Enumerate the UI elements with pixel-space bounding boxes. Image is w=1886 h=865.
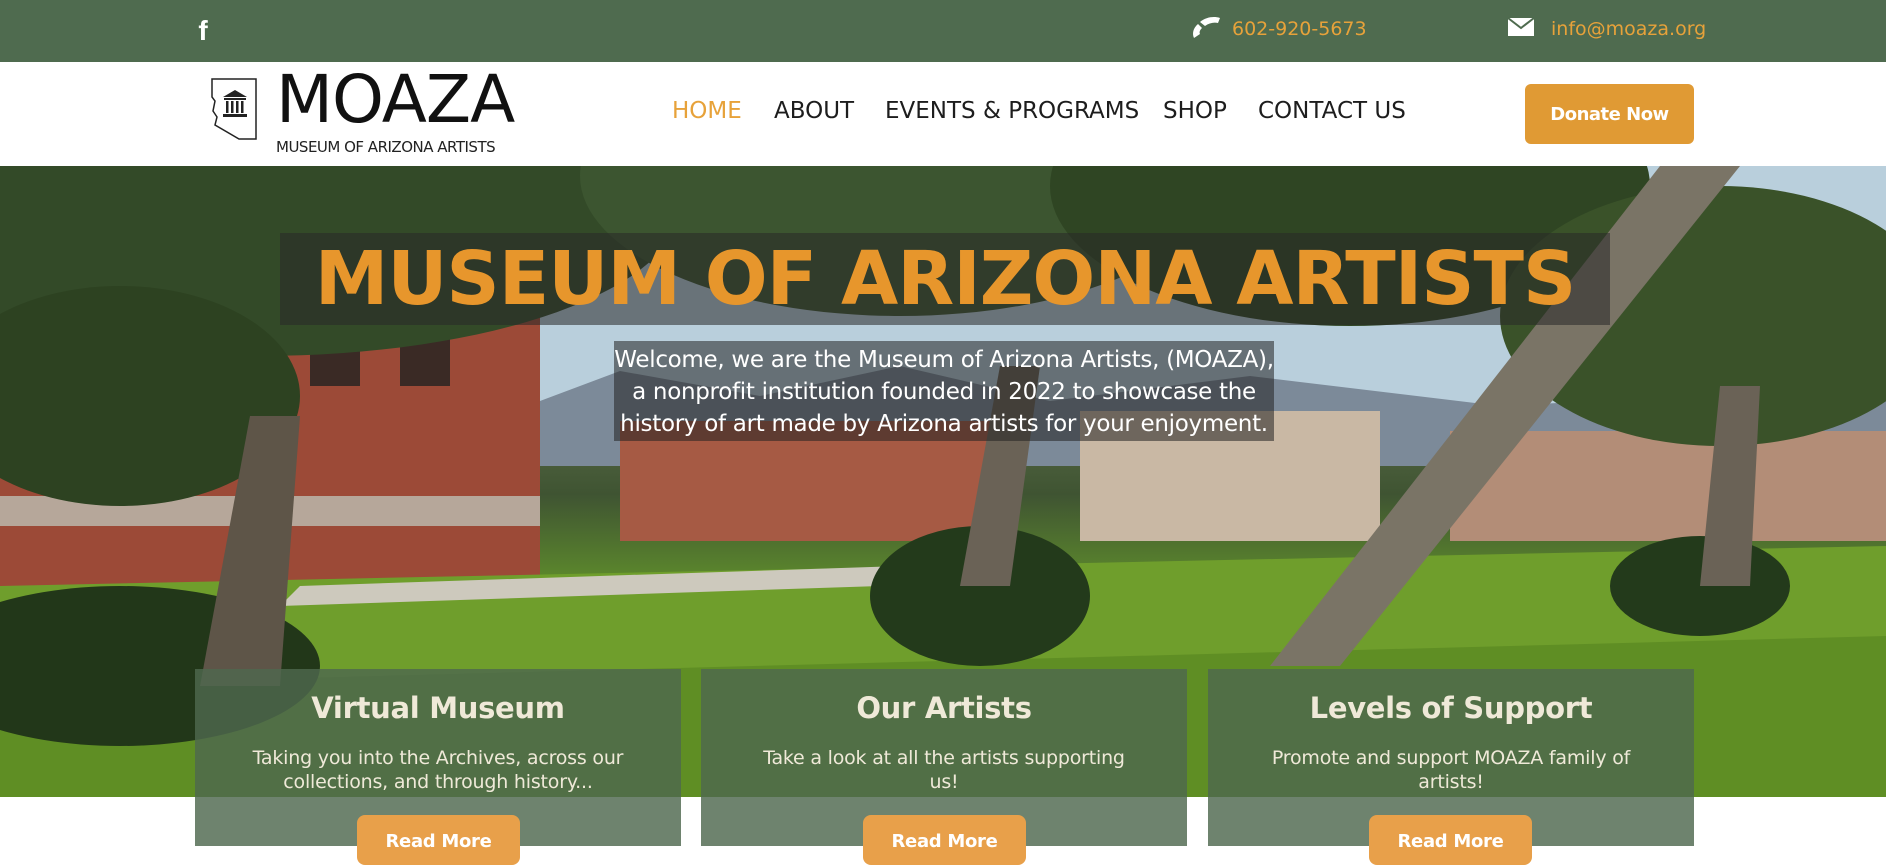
facebook-icon[interactable]: f (191, 14, 215, 48)
email-link[interactable]: info@moaza.org (1551, 18, 1706, 40)
top-bar: f 602-920-5673 info@moaza.org (0, 0, 1886, 62)
hero-title: MUSEUM OF ARIZONA ARTISTS (314, 236, 1577, 322)
card-text-line: Take a look at all the artists supportin… (763, 747, 1125, 769)
logo-subtitle: MUSEUM OF ARIZONA ARTISTS (276, 138, 496, 156)
welcome-line: a nonprofit institution founded in 2022 … (632, 379, 1256, 405)
card-text-line: Promote and support MOAZA family of (1271, 747, 1631, 769)
card-virtual-museum: Virtual Museum Taking you into the Archi… (195, 669, 681, 865)
logo-wordmark[interactable]: MOAZA (276, 62, 515, 138)
card-title: Levels of Support (1309, 691, 1593, 725)
phone-icon (1193, 17, 1220, 38)
nav-contact-us[interactable]: CONTACT US (1258, 98, 1406, 124)
envelope-icon (1507, 17, 1535, 36)
card-text-line: Taking you into the Archives, across our (252, 747, 624, 769)
welcome-line: Welcome, we are the Museum of Arizona Ar… (614, 347, 1274, 373)
phone-link[interactable]: 602-920-5673 (1232, 18, 1367, 40)
nav-shop[interactable]: SHOP (1163, 98, 1227, 124)
donate-now-button[interactable]: Donate Now (1525, 84, 1694, 144)
card-description: Taking you into the Archives, across our… (235, 746, 641, 794)
card-text-line: artists! (1418, 771, 1484, 793)
welcome-text: Welcome, we are the Museum of Arizona Ar… (580, 344, 1308, 440)
arizona-museum-logo-icon[interactable] (209, 77, 259, 141)
site-header: MOAZA MUSEUM OF ARIZONA ARTISTS HOME ABO… (0, 62, 1886, 166)
card-our-artists: Our Artists Take a look at all the artis… (701, 669, 1187, 865)
nav-events-programs[interactable]: EVENTS & PROGRAMS (885, 98, 1139, 124)
nav-about[interactable]: ABOUT (774, 98, 854, 124)
card-title: Virtual Museum (311, 691, 565, 725)
card-text-line: us! (929, 771, 959, 793)
nav-home[interactable]: HOME (672, 98, 742, 124)
card-description: Promote and support MOAZA family of arti… (1248, 746, 1654, 794)
card-text-line: collections, and through history... (283, 771, 593, 793)
card-description: Take a look at all the artists supportin… (741, 746, 1147, 794)
card-levels-of-support: Levels of Support Promote and support MO… (1208, 669, 1694, 865)
card-title: Our Artists (856, 691, 1032, 725)
welcome-line: history of art made by Arizona artists f… (620, 411, 1268, 437)
